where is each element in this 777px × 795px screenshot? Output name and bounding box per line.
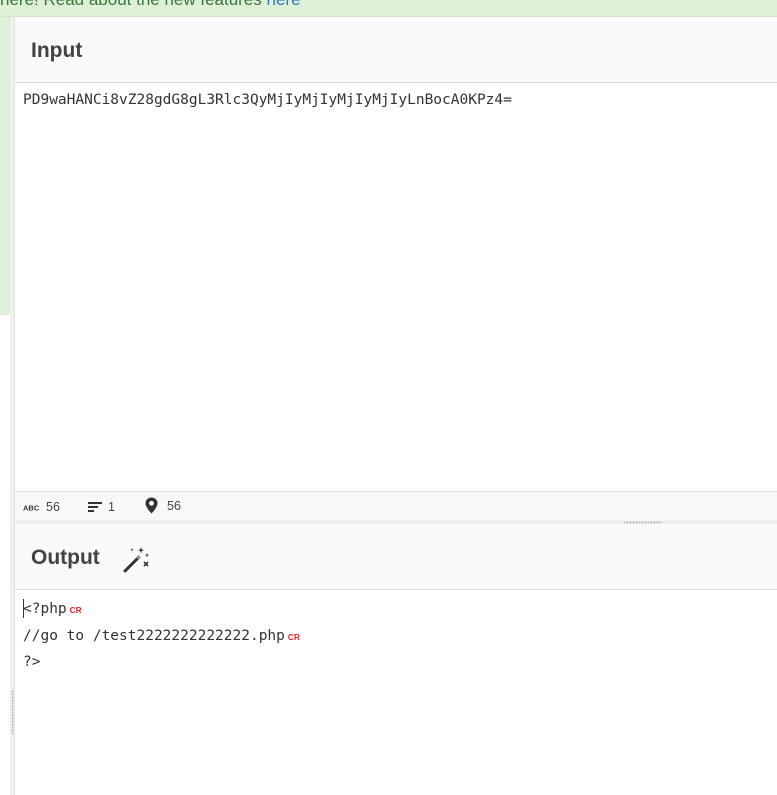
magic-wand-icon[interactable] [121, 544, 151, 574]
notice-banner: here! Read about the new features here [0, 0, 777, 17]
text-cursor [23, 599, 24, 618]
cursor-position-value: 56 [167, 498, 181, 513]
output-line-text: <?php [23, 601, 67, 617]
char-count-value: 56 [46, 500, 60, 514]
input-textarea[interactable]: PD9waHANCi8vZ28gdG8gL3Rlc3QyMjIyMjIyMjIy… [15, 83, 777, 491]
splitter-grip[interactable] [11, 690, 14, 734]
carriage-return-marker: CR [69, 606, 82, 615]
output-title: Output [31, 546, 100, 569]
cursor-position: 56 [145, 497, 181, 514]
output-line: ?> [23, 651, 777, 678]
notice-link[interactable]: here [267, 0, 301, 9]
input-title: Input [31, 39, 83, 62]
location-pin-icon [145, 497, 158, 514]
line-count-value: 1 [108, 500, 115, 514]
char-count: ABC 56 [23, 500, 60, 514]
line-count: 1 [88, 500, 115, 514]
output-line: <?php CR [23, 598, 777, 625]
carriage-return-marker: CR [287, 632, 301, 642]
svg-text:ABC: ABC [23, 504, 40, 512]
input-header: Input [15, 17, 777, 83]
output-textarea[interactable]: <?php CR //go to /test2222222222222.php … [15, 590, 777, 795]
output-line-text: //go to /test2222222222222.php [23, 627, 285, 644]
output-line-text: ?> [23, 654, 41, 670]
abc-icon: ABC [23, 503, 40, 512]
notice-text: here! Read about the new features here [0, 0, 301, 10]
output-line: //go to /test2222222222222.php CR [23, 625, 777, 652]
notice-message: here! Read about the new features [0, 0, 267, 9]
lines-icon [88, 501, 102, 513]
output-header: Output [15, 524, 777, 590]
input-status-bar: ABC 56 1 56 [15, 491, 777, 520]
left-panel-edge [0, 17, 10, 315]
